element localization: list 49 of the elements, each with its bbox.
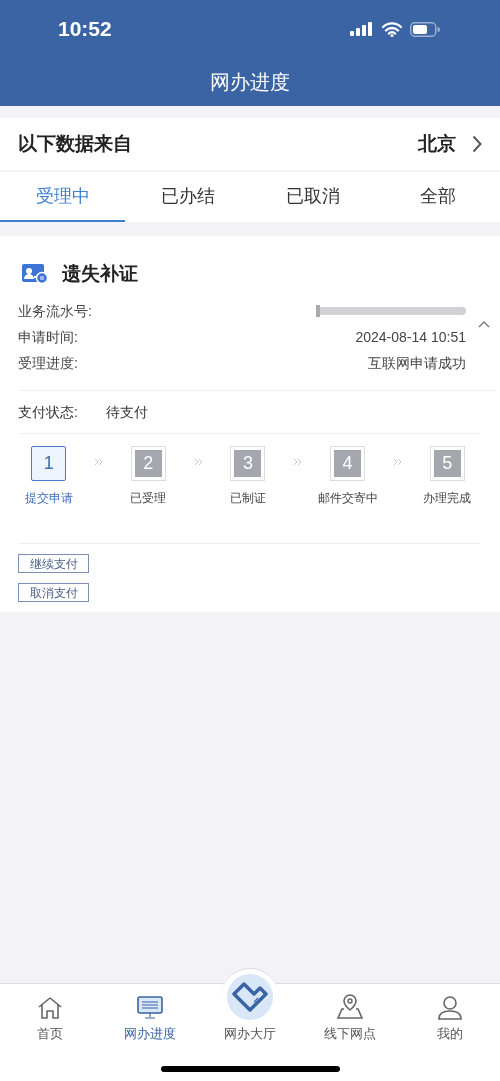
source-row[interactable]: 以下数据来自 北京 [0,118,500,170]
step-number: 1 [43,452,54,475]
step-number: 5 [433,450,461,477]
source-label: 以下数据来自 [18,131,132,156]
step-label: 已受理 [130,490,167,507]
double-chevron-icon [293,458,303,466]
home-icon [37,995,63,1020]
payment-status: 待支付 [105,402,148,422]
field-label: 受理进度: [18,353,78,373]
payment-label: 支付状态: [18,402,78,422]
nav-item[interactable]: 线下网点 [300,993,400,1043]
step-label: 邮件交寄中 [317,490,378,507]
step-number: 2 [134,450,162,477]
field-label: 申请时间: [18,327,78,347]
tab[interactable]: 受理中 [0,172,125,222]
field-label: 业务流水号: [18,301,92,321]
double-chevron-icon [94,458,103,466]
caret-up-icon[interactable] [478,320,490,328]
double-chevron-icon [193,458,203,466]
step-label: 提交申请 [24,490,73,507]
field-value: 2024-08-14 10:51 [355,327,466,347]
step-number: 3 [234,450,262,477]
page-title: 网办进度 [210,70,290,95]
wifi-icon [382,21,402,37]
status-time: 10:52 [58,16,112,43]
nav-item[interactable]: 网办进度 [100,995,200,1043]
card-title: 遗失补证 [62,261,138,286]
city-name: 北京 [418,131,456,156]
payment-button[interactable]: 取消支付 [18,583,89,602]
nav-item[interactable]: 我的 [400,995,500,1043]
nav-item[interactable]: 首页 [0,995,100,1043]
id-card-icon [22,264,48,284]
nav-item[interactable]: 网办大厅 [200,973,300,1043]
tab[interactable]: 已办结 [125,172,250,222]
field-value: 互联网申请成功 [368,353,466,373]
double-chevron-icon [392,458,402,466]
chevron-right-icon [472,135,482,153]
step-number: 4 [334,450,362,477]
signal-icon [350,22,374,36]
handshake-icon [230,979,270,1014]
step-label: 已制证 [229,490,266,507]
user-icon [437,995,463,1020]
tab[interactable]: 全部 [375,172,500,222]
map-pin-icon [336,993,364,1020]
battery-icon [410,21,440,37]
monitor-icon [137,995,163,1020]
payment-button[interactable]: 继续支付 [18,554,89,573]
step-label: 办理完成 [423,490,472,507]
tab[interactable]: 已取消 [250,172,375,222]
